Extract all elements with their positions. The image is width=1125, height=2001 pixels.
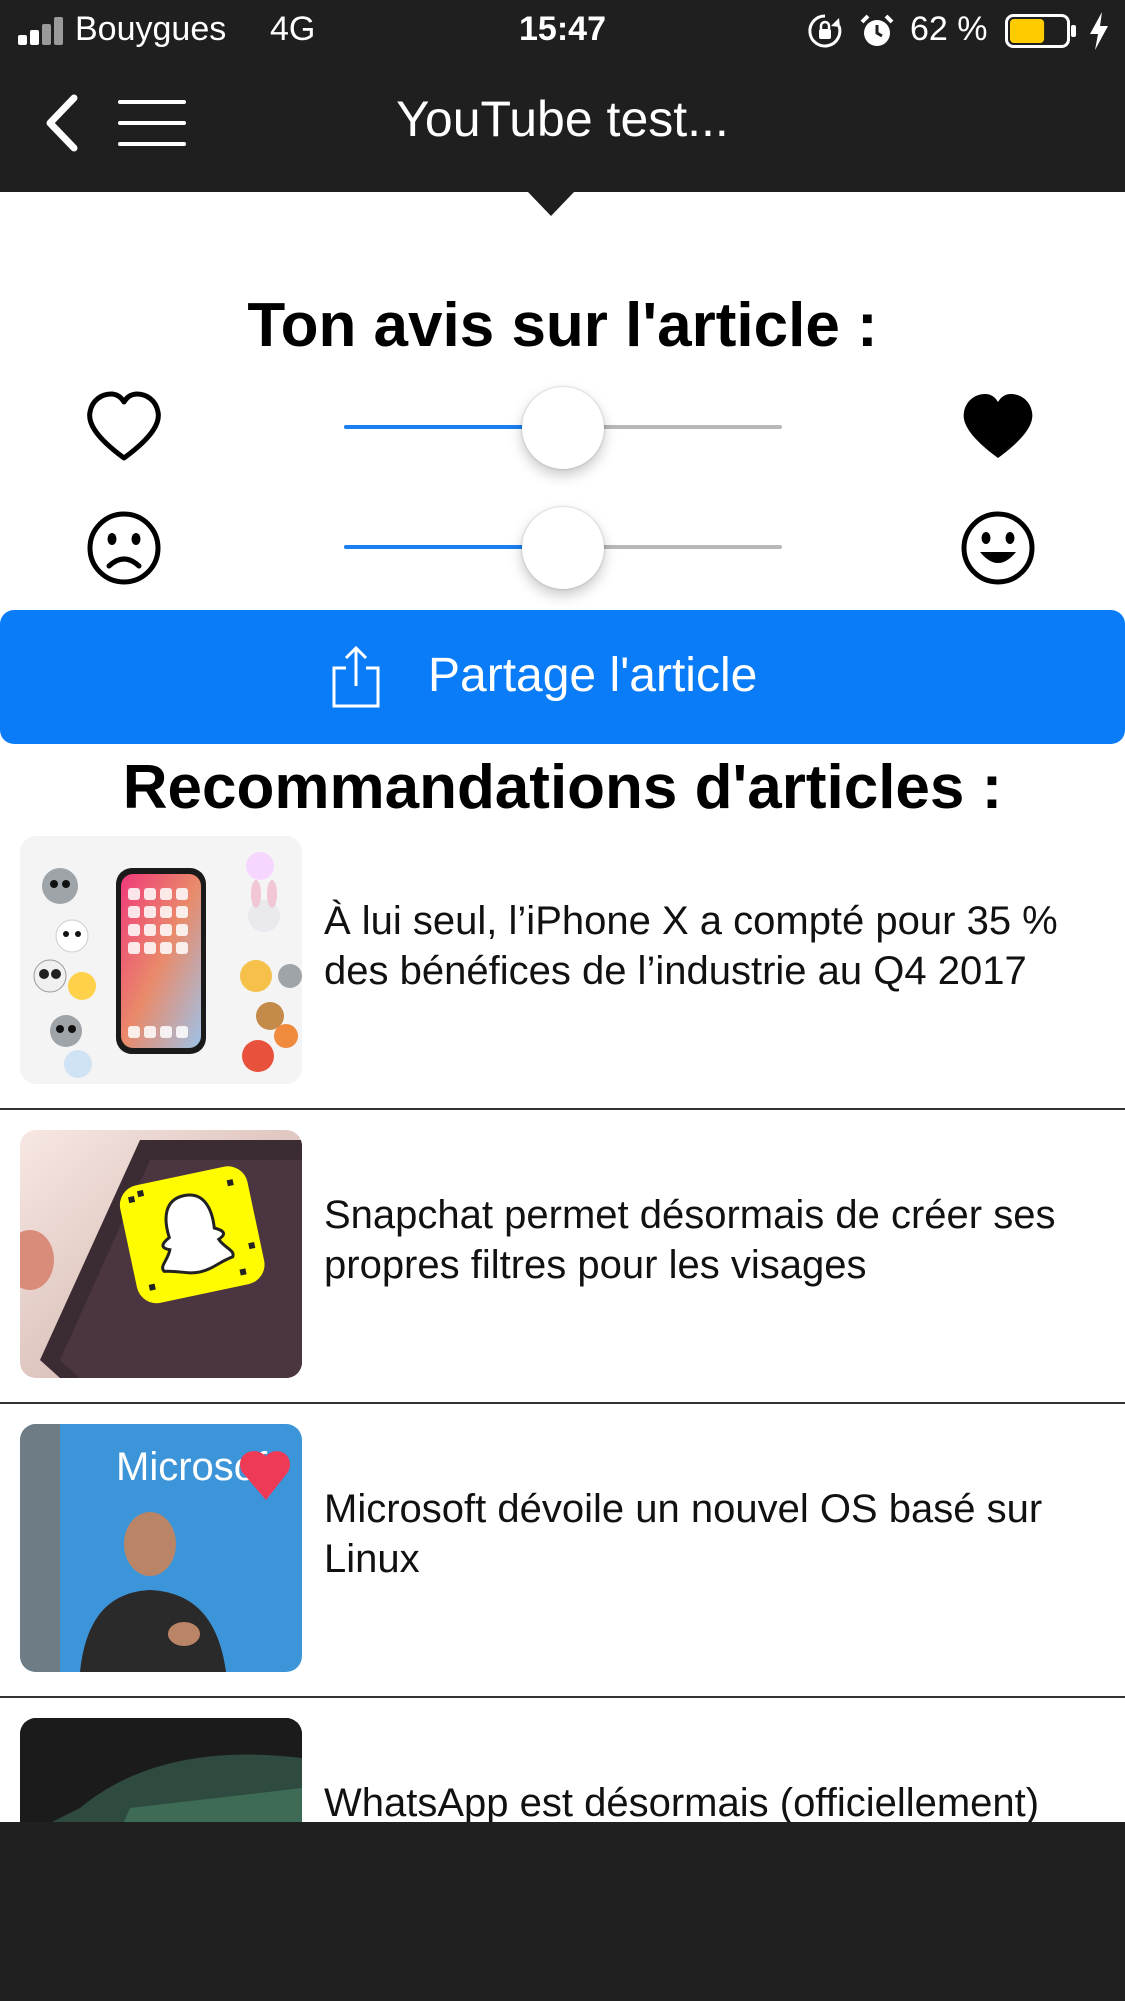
- article-item[interactable]: Microsoft Microsoft dévoile un nouvel OS…: [0, 1406, 1125, 1698]
- rotation-lock-icon: [808, 14, 842, 48]
- article-headline: Snapchat permet désormais de créer ses p…: [324, 1193, 1056, 1287]
- mood-slider[interactable]: [344, 498, 782, 598]
- page-title: YouTube test...: [396, 91, 729, 147]
- recommendations-list[interactable]: À lui seul, l’iPhone X a compté pour 35 …: [0, 818, 1125, 1822]
- list-divider: [0, 1108, 1125, 1110]
- snapchat-phone-thumbnail: [20, 1130, 302, 1378]
- sad-face-icon: [87, 511, 161, 585]
- battery-percentage: 62 %: [910, 10, 988, 48]
- mood-rating-row: [0, 498, 1125, 598]
- heart-filled-icon: [963, 394, 1033, 458]
- share-article-button[interactable]: Partage l'article: [0, 610, 1125, 744]
- rating-heading: Ton avis sur l'article :: [247, 291, 878, 360]
- article-headline: À lui seul, l’iPhone X a compté pour 35 …: [324, 899, 1058, 993]
- bottom-bar: [0, 1822, 1125, 2001]
- happy-face-icon: [961, 511, 1035, 585]
- microsoft-keynote-thumbnail: Microsoft: [20, 1424, 302, 1672]
- slider-thumb[interactable]: [522, 507, 604, 589]
- article-headline: Microsoft dévoile un nouvel OS basé sur …: [324, 1487, 1043, 1581]
- alarm-icon: [860, 14, 894, 46]
- article-item[interactable]: À lui seul, l’iPhone X a compté pour 35 …: [0, 818, 1125, 1110]
- heart-outline-icon: [87, 391, 161, 461]
- like-slider[interactable]: [344, 378, 782, 478]
- recommendations-heading: Recommandations d'articles :: [122, 753, 1003, 822]
- status-bar: Bouygues 4G 15:47 62 %: [0, 0, 1125, 62]
- article-headline: WhatsApp est désormais (officiellement): [324, 1781, 1040, 1822]
- list-divider: [0, 1696, 1125, 1698]
- navigation-bar: YouTube test...: [0, 62, 1125, 192]
- whatsapp-phone-thumbnail: [20, 1718, 302, 1822]
- list-divider: [0, 1402, 1125, 1404]
- share-icon: [332, 645, 380, 708]
- slider-thumb[interactable]: [522, 387, 604, 469]
- article-item[interactable]: Snapchat permet désormais de créer ses p…: [0, 1112, 1125, 1404]
- charging-bolt-icon: [1090, 12, 1108, 50]
- iphone-x-animoji-thumbnail: [20, 836, 302, 1084]
- battery-icon: [1005, 14, 1076, 48]
- like-rating-row: [0, 378, 1125, 478]
- dropdown-pointer-icon: [528, 192, 574, 216]
- article-item[interactable]: WhatsApp est désormais (officiellement): [0, 1700, 1125, 1822]
- share-button-label: Partage l'article: [428, 649, 758, 702]
